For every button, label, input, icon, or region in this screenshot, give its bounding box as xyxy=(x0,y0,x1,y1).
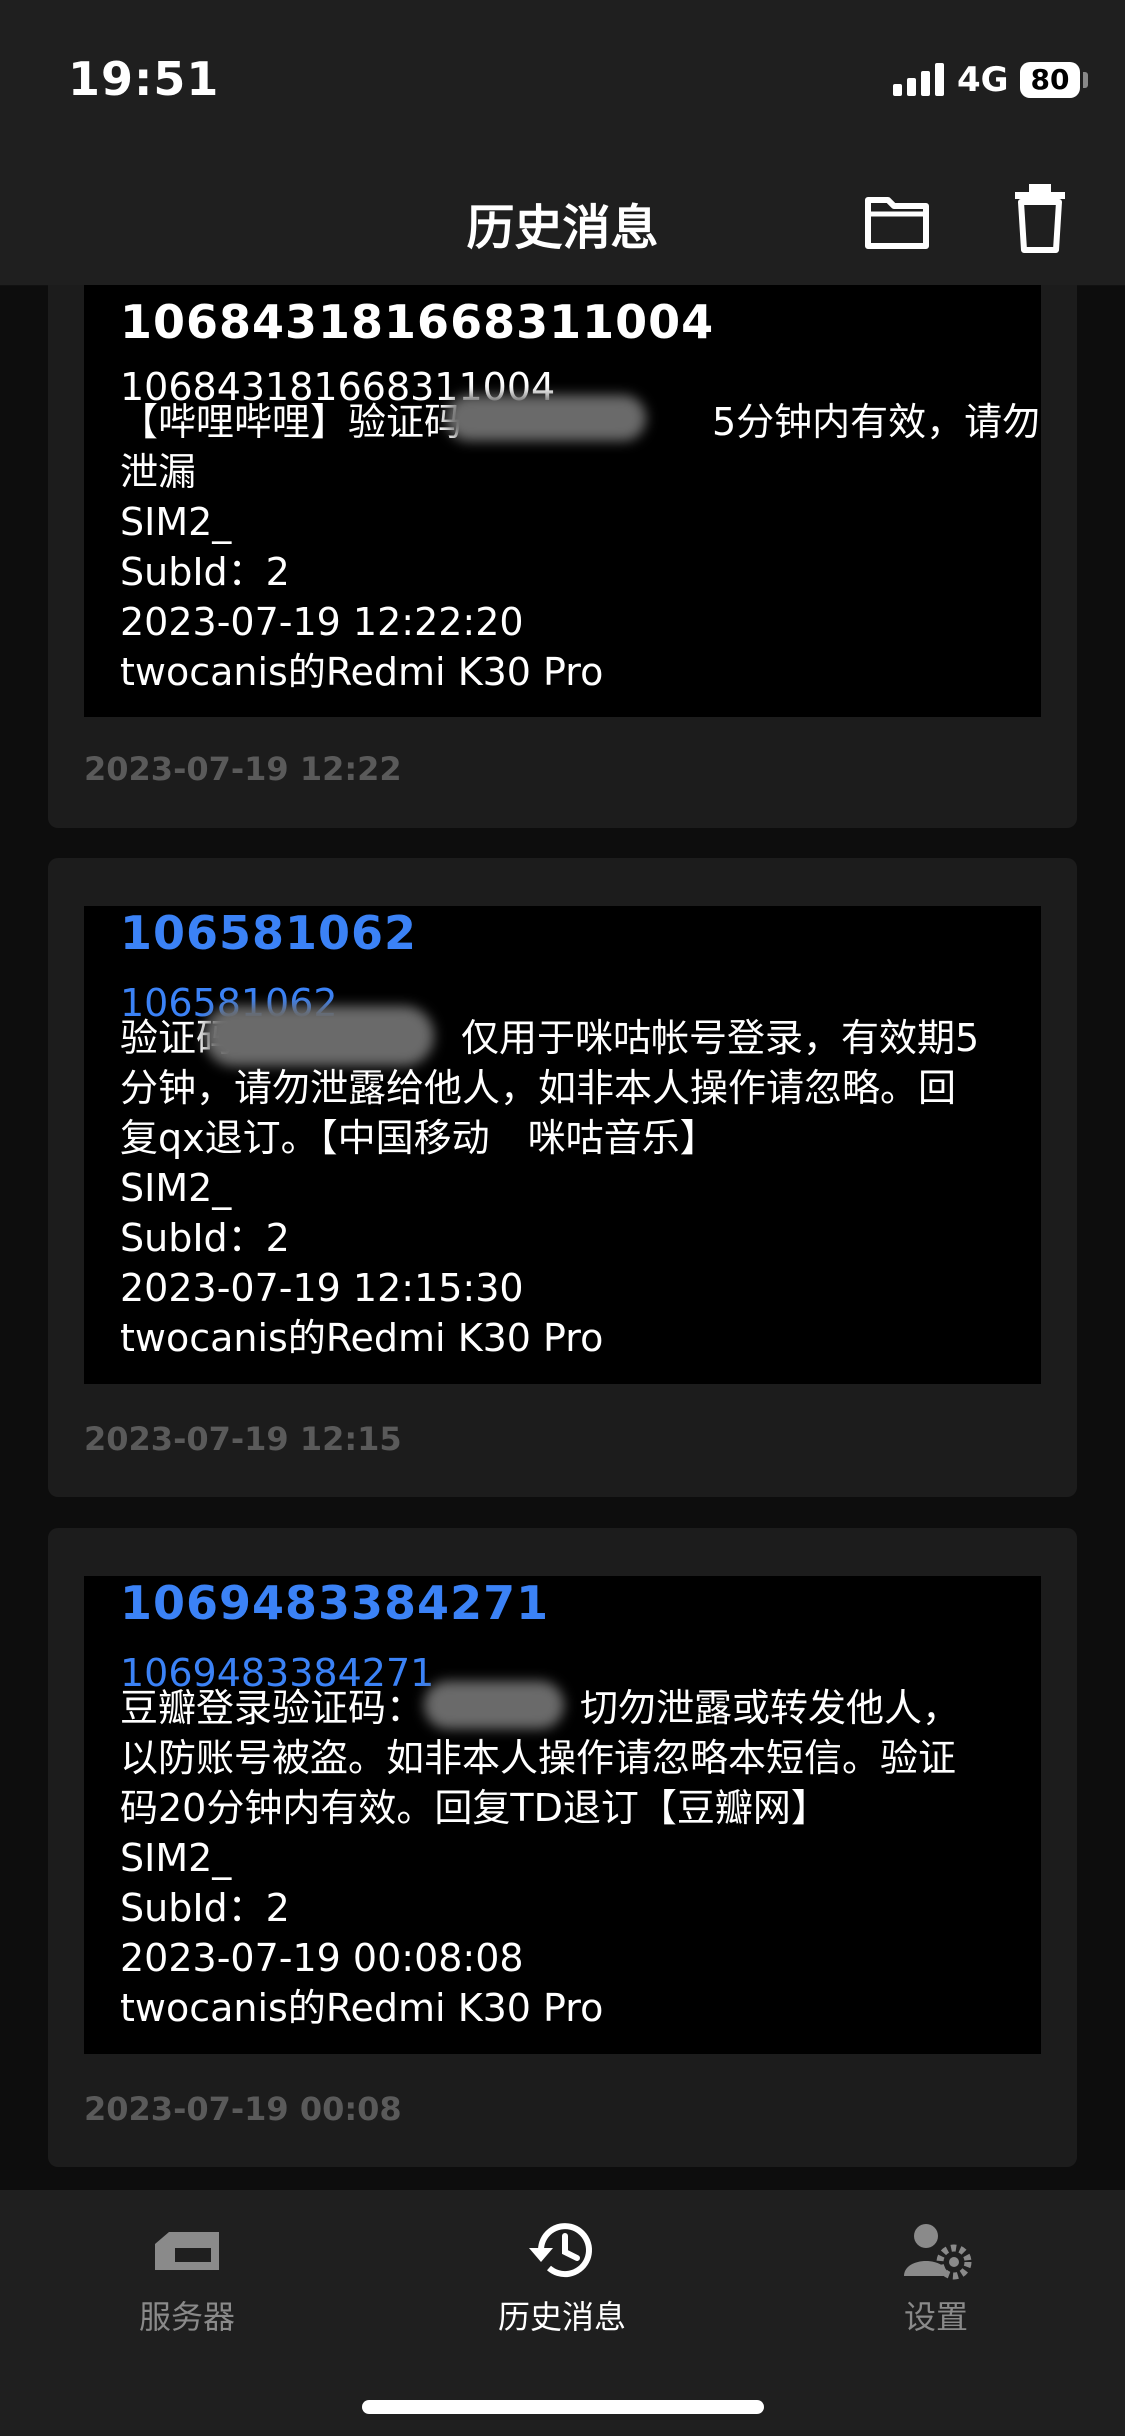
redacted-code xyxy=(446,395,646,441)
message-body-line: 仅用于咪咕帐号登录，有效期5 xyxy=(461,1016,980,1060)
network-type: 4G xyxy=(957,60,1009,100)
message-time: 2023-07-19 12:22 xyxy=(84,750,402,788)
message-subid: SubId：2 xyxy=(120,1886,290,1930)
redacted-code xyxy=(204,1006,434,1066)
message-content: 1069483384271 1069483384271 豆瓣登录验证码： 切勿泄… xyxy=(84,1576,1041,2054)
message-sim: SIM2_ xyxy=(120,500,232,544)
battery-icon: 80 xyxy=(1020,62,1080,98)
message-subid: SubId：2 xyxy=(120,1216,290,1260)
signal-icon xyxy=(893,62,945,96)
message-time: 2023-07-19 00:08 xyxy=(84,2090,402,2128)
message-content: 106843181668311004 106843181668311004 【哔… xyxy=(84,285,1041,717)
message-body-line: 以防账号被盗。如非本人操作请忽略本短信。验证 xyxy=(120,1736,957,1780)
message-time: 2023-07-19 12:15 xyxy=(84,1420,402,1458)
message-body-line: 切勿泄露或转发他人， xyxy=(580,1686,961,1730)
tab-label: 历史消息 xyxy=(497,2298,626,2336)
message-title: 106843181668311004 xyxy=(120,295,715,349)
message-body-line: 5分钟内有效，请勿 xyxy=(712,400,1041,444)
message-card[interactable]: 106581062 106581062 验证码 仅用于咪咕帐号登录，有效期5 分… xyxy=(48,858,1077,1497)
battery-nub xyxy=(1083,72,1088,88)
tab-history[interactable]: 历史消息 xyxy=(462,2218,662,2338)
message-body-line: 【哔哩哔哩】验证码 xyxy=(120,400,463,444)
status-time: 19:51 xyxy=(68,52,220,106)
status-bar: 19:51 4G 80 xyxy=(0,0,1125,160)
message-list[interactable]: 106843181668311004 106843181668311004 【哔… xyxy=(0,285,1125,2190)
tab-label: 设置 xyxy=(903,2298,968,2336)
tab-label: 服务器 xyxy=(138,2298,235,2336)
message-datetime: 2023-07-19 12:22:20 xyxy=(120,600,524,644)
redacted-code xyxy=(424,1681,564,1729)
message-datetime: 2023-07-19 12:15:30 xyxy=(120,1266,524,1310)
message-content: 106581062 106581062 验证码 仅用于咪咕帐号登录，有效期5 分… xyxy=(84,906,1041,1384)
nav-bar: 历史消息 xyxy=(0,160,1125,286)
tab-settings[interactable]: 设置 xyxy=(836,2218,1036,2338)
message-card[interactable]: 1069483384271 1069483384271 豆瓣登录验证码： 切勿泄… xyxy=(48,1528,1077,2167)
home-indicator xyxy=(362,2400,764,2414)
message-device: twocanis的Redmi K30 Pro xyxy=(120,1316,604,1360)
message-device: twocanis的Redmi K30 Pro xyxy=(120,650,604,694)
message-sim: SIM2_ xyxy=(120,1836,232,1880)
message-body-line: 复qx退订。【中国移动 咪咕音乐】 xyxy=(120,1116,718,1160)
history-icon xyxy=(529,2223,592,2278)
message-subid: SubId：2 xyxy=(120,550,290,594)
message-sim: SIM2_ xyxy=(120,1166,232,1210)
page-title: 历史消息 xyxy=(466,200,659,256)
folder-icon[interactable] xyxy=(864,190,930,252)
message-body-line: 豆瓣登录验证码： xyxy=(120,1686,425,1730)
message-title: 1069483384271 xyxy=(120,1576,550,1630)
message-body-line: 分钟，请勿泄露给他人，如非本人操作请忽略。回 xyxy=(120,1066,957,1110)
server-icon xyxy=(155,2232,219,2270)
settings-icon xyxy=(904,2224,972,2280)
message-device: twocanis的Redmi K30 Pro xyxy=(120,1986,604,2030)
message-title: 106581062 xyxy=(120,906,418,960)
message-body-line: 码20分钟内有效。回复TD退订【豆瓣网】 xyxy=(120,1786,829,1830)
message-datetime: 2023-07-19 00:08:08 xyxy=(120,1936,524,1980)
message-body-line: 泄漏 xyxy=(120,450,197,494)
message-card[interactable]: 106843181668311004 106843181668311004 【哔… xyxy=(48,285,1077,828)
tab-server[interactable]: 服务器 xyxy=(87,2218,287,2338)
trash-icon[interactable] xyxy=(1013,182,1067,254)
